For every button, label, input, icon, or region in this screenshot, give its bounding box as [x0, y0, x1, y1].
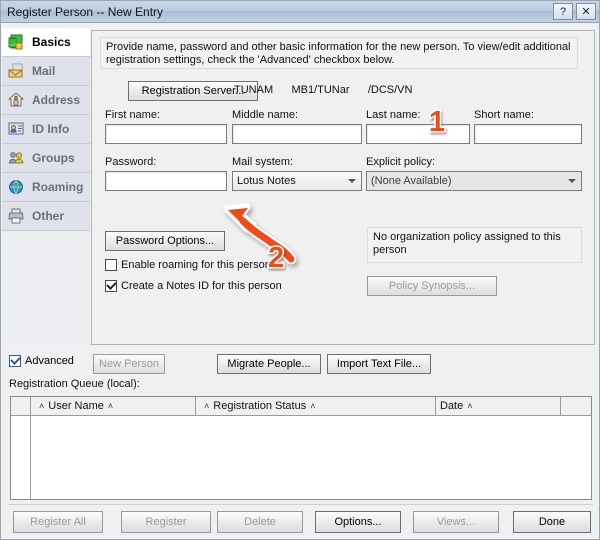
chevron-down-icon — [568, 179, 576, 183]
last-name-field[interactable] — [366, 124, 470, 144]
help-button[interactable]: ? — [553, 3, 573, 20]
sidebar-item-label: Mail — [32, 64, 56, 78]
sort-caret-icon: ˄ — [310, 400, 316, 411]
migrate-people-button[interactable]: Migrate People... — [217, 354, 321, 374]
sidebar-item-id-info[interactable]: ID Info — [2, 115, 90, 144]
table-header-label: Registration Status — [213, 400, 307, 412]
footer-divider — [9, 504, 593, 505]
enable-roaming-checkbox-row[interactable]: Enable roaming for this person — [105, 259, 271, 271]
table-header-label: Date — [440, 400, 464, 412]
password-options-button[interactable]: Password Options... — [105, 231, 225, 251]
policy-message: No organization policy assigned to this … — [367, 227, 582, 263]
explicit-policy-value: (None Available) — [371, 175, 452, 187]
table-row-gutter — [11, 416, 31, 499]
enable-roaming-checkbox[interactable] — [105, 259, 117, 271]
short-name-label: Short name: — [474, 109, 534, 121]
password-label: Password: — [105, 156, 157, 168]
sidebar-item-mail[interactable]: Mail — [2, 57, 90, 86]
advanced-label: Advanced — [25, 355, 74, 367]
table-header-select[interactable] — [11, 397, 31, 415]
sort-caret-icon: ˄ — [107, 400, 114, 411]
sidebar-item-label: Groups — [32, 151, 75, 165]
advanced-checkbox[interactable] — [9, 355, 21, 367]
sidebar-item-label: Address — [32, 93, 81, 107]
table-header-date[interactable]: Date ˄ — [436, 397, 561, 415]
last-name-label: Last name: — [366, 109, 421, 121]
basics-icon — [8, 34, 23, 50]
registration-queue-label: Registration Queue (local): — [9, 378, 140, 390]
sidebar-item-basics[interactable]: Basics — [2, 28, 90, 57]
info-text: Provide name, password and other basic i… — [100, 37, 578, 69]
delete-button[interactable]: Delete — [217, 511, 303, 533]
first-name-field[interactable] — [105, 124, 227, 144]
address-icon — [8, 92, 25, 107]
chevron-down-icon — [348, 179, 356, 183]
sidebar-item-groups[interactable]: Groups — [2, 144, 90, 173]
sidebar-item-roaming[interactable]: Roaming — [2, 173, 90, 202]
create-notes-id-checkbox-row[interactable]: Create a Notes ID for this person — [105, 280, 282, 292]
mail-system-label: Mail system: — [232, 156, 294, 168]
table-header-registration-status[interactable]: ˄ Registration Status ˄ — [196, 397, 436, 415]
advanced-checkbox-row[interactable]: Advanced — [9, 355, 74, 367]
middle-name-label: Middle name: — [232, 109, 299, 121]
id-info-icon — [8, 122, 24, 135]
sidebar-item-label: Roaming — [32, 180, 84, 194]
mail-system-select[interactable]: Lotus Notes — [232, 171, 362, 191]
views-button[interactable]: Views... — [413, 511, 499, 533]
create-notes-id-label: Create a Notes ID for this person — [121, 280, 282, 292]
register-button[interactable]: Register — [121, 511, 211, 533]
new-person-button[interactable]: New Person — [93, 354, 165, 374]
main-panel: Provide name, password and other basic i… — [91, 30, 595, 345]
table-header-user-name[interactable]: ˄ User Name ˄ — [31, 397, 196, 415]
sidebar-item-label: Basics — [32, 35, 71, 49]
title-bar-buttons: ? ✕ — [553, 3, 596, 20]
table-body[interactable] — [11, 416, 591, 499]
explicit-policy-label: Explicit policy: — [366, 156, 436, 168]
close-button[interactable]: ✕ — [576, 3, 596, 20]
middle-name-field[interactable] — [232, 124, 362, 144]
table-header-spacer — [561, 397, 591, 415]
password-field[interactable] — [105, 171, 227, 191]
sidebar-filler — [2, 231, 90, 332]
mail-icon — [8, 63, 23, 78]
enable-roaming-label: Enable roaming for this person — [121, 259, 271, 271]
register-all-button[interactable]: Register All — [13, 511, 103, 533]
sidebar-item-address[interactable]: Address — [2, 86, 90, 115]
title-bar: Register Person -- New Entry ? ✕ — [1, 1, 599, 23]
options-button[interactable]: Options... — [315, 511, 401, 533]
sidebar: Basics Mail Address ID Info Groups Roami… — [2, 28, 90, 348]
registration-queue-table: ˄ User Name ˄ ˄ Registration Status ˄ Da… — [10, 396, 592, 500]
mail-system-value: Lotus Notes — [237, 175, 296, 187]
sort-caret-icon: ˄ — [39, 400, 45, 411]
done-button[interactable]: Done — [513, 511, 591, 533]
short-name-field[interactable] — [474, 124, 582, 144]
table-header-row: ˄ User Name ˄ ˄ Registration Status ˄ Da… — [11, 397, 591, 416]
sort-caret-icon: ˄ — [467, 400, 473, 411]
roaming-icon — [9, 180, 23, 194]
first-name-label: First name: — [105, 109, 161, 121]
import-text-file-button[interactable]: Import Text File... — [327, 354, 431, 374]
groups-icon — [8, 152, 24, 164]
explicit-policy-select[interactable]: (None Available) — [366, 171, 582, 191]
registration-server-value: TUNAM MB1/TUNar /DCS/VN — [234, 84, 413, 96]
window-title: Register Person -- New Entry — [7, 4, 164, 19]
sort-caret-icon: ˄ — [204, 400, 210, 411]
sidebar-item-label: Other — [32, 209, 65, 223]
sidebar-item-label: ID Info — [32, 122, 70, 136]
table-header-label: User Name — [48, 400, 104, 412]
sidebar-item-other[interactable]: Other — [2, 202, 90, 231]
policy-synopsis-button[interactable]: Policy Synopsis... — [367, 276, 497, 296]
other-icon — [8, 208, 24, 224]
create-notes-id-checkbox[interactable] — [105, 280, 117, 292]
register-person-dialog: Register Person -- New Entry ? ✕ Basics — [0, 0, 600, 540]
